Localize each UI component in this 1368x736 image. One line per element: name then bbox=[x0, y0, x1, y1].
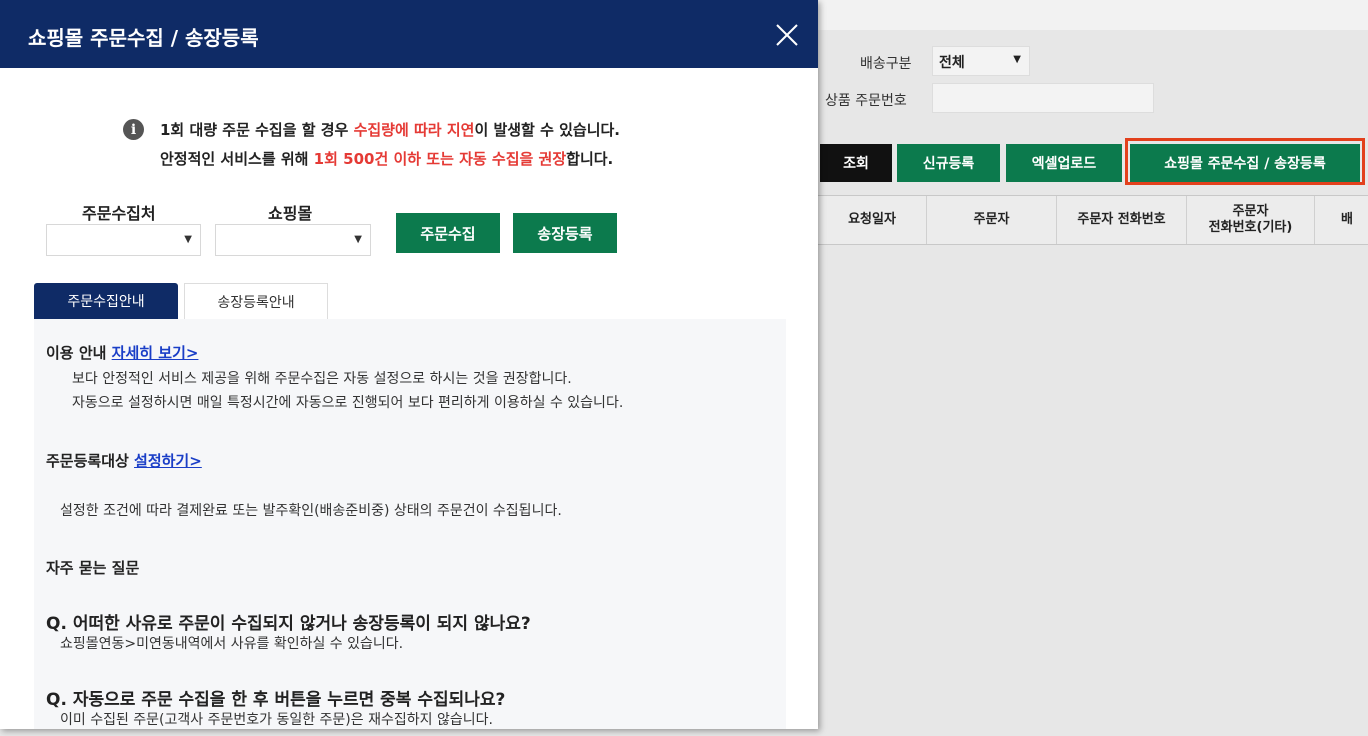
mall-select[interactable]: ▼ bbox=[215, 224, 371, 256]
new-register-button[interactable]: 신규등록 bbox=[897, 144, 1000, 182]
delivery-type-value: 전체 bbox=[939, 55, 965, 71]
faq-answer-1: 쇼핑몰연동>미연동내역에서 사유를 확인하실 수 있습니다. bbox=[60, 636, 404, 652]
column-header: 주문자 전화번호(기타) bbox=[1187, 196, 1315, 244]
delivery-type-label: 배송구분 bbox=[860, 56, 912, 72]
order-source-select[interactable]: ▼ bbox=[46, 224, 201, 256]
excel-upload-button[interactable]: 엑셀업로드 bbox=[1006, 144, 1122, 182]
order-number-input[interactable] bbox=[932, 83, 1154, 113]
faq-heading: 자주 묻는 질문 bbox=[46, 559, 140, 577]
order-source-label: 주문수집처 bbox=[82, 204, 156, 223]
close-icon[interactable] bbox=[774, 22, 800, 48]
column-header: 요청일자 bbox=[818, 196, 927, 244]
notice-line-1: 1회 대량 주문 수집을 할 경우 수집량에 따라 지연이 발생할 수 있습니다… bbox=[160, 116, 620, 145]
order-target-description: 설정한 조건에 따라 결제완료 또는 발주확인(배송준비중) 상태의 주문건이 … bbox=[60, 503, 562, 519]
tab-invoice-guide[interactable]: 송장등록안내 bbox=[184, 283, 328, 319]
search-button[interactable]: 조회 bbox=[820, 144, 892, 182]
usage-line-1: 보다 안정적인 서비스 제공을 위해 주문수집은 자동 설정으로 하시는 것을 … bbox=[72, 371, 572, 387]
order-target-settings-link[interactable]: 설정하기> bbox=[134, 452, 202, 470]
faq-question-2: Q. 자동으로 주문 수집을 한 후 버튼을 누르면 중복 수집되나요? bbox=[46, 690, 506, 710]
notice-highlight: 1회 500건 이하 또는 자동 수집을 권장 bbox=[313, 150, 567, 168]
column-header: 주문자 bbox=[927, 196, 1057, 244]
tab-order-collect-guide[interactable]: 주문수집안내 bbox=[34, 283, 178, 319]
collect-orders-button[interactable]: 주문수집 bbox=[396, 213, 500, 253]
highlight-box bbox=[1125, 138, 1365, 185]
modal-title: 쇼핑몰 주문수집 / 송장등록 bbox=[28, 26, 259, 50]
column-header: 주문자 전화번호 bbox=[1057, 196, 1187, 244]
usage-line-2: 자동으로 설정하시면 매일 특정시간에 자동으로 진행되어 보다 편리하게 이용… bbox=[72, 395, 624, 411]
order-collect-modal: 쇼핑몰 주문수집 / 송장등록 i 1회 대량 주문 수집을 할 경우 수집량에… bbox=[0, 0, 818, 729]
order-target-heading: 주문등록대상 설정하기> bbox=[46, 450, 202, 471]
notice-highlight: 수집량에 따라 지연 bbox=[353, 121, 475, 139]
mall-label: 쇼핑몰 bbox=[268, 204, 313, 223]
faq-answer-2: 이미 수집된 주문(고객사 주문번호가 동일한 주문)은 재수집하지 않습니다. bbox=[60, 712, 493, 728]
guide-panel: 이용 안내 자세히 보기> 보다 안정적인 서비스 제공을 위해 주문수집은 자… bbox=[34, 319, 786, 729]
usage-guide-heading: 이용 안내 자세히 보기> bbox=[46, 342, 198, 363]
faq-question-1: Q. 어떠한 사유로 주문이 수집되지 않거나 송장등록이 되지 않나요? bbox=[46, 614, 531, 634]
usage-guide-title: 이용 안내 bbox=[46, 344, 112, 362]
chevron-down-icon: ▼ bbox=[1013, 54, 1021, 65]
notice-line-2: 안정적인 서비스를 위해 1회 500건 이하 또는 자동 수집을 권장합니다. bbox=[160, 145, 613, 174]
order-number-label: 상품 주문번호 bbox=[825, 93, 907, 109]
notice-text: 합니다. bbox=[566, 150, 614, 168]
column-header: 배 bbox=[1341, 212, 1353, 228]
notice-text: 안정적인 서비스를 위해 bbox=[160, 150, 314, 168]
delivery-type-select[interactable]: 전체 ▼ bbox=[932, 46, 1030, 76]
info-icon: i bbox=[123, 119, 144, 140]
chevron-down-icon: ▼ bbox=[354, 234, 362, 245]
chevron-down-icon: ▼ bbox=[184, 234, 192, 245]
modal-header: 쇼핑몰 주문수집 / 송장등록 bbox=[0, 0, 818, 68]
usage-detail-link[interactable]: 자세히 보기> bbox=[112, 344, 199, 362]
notice-text: 이 발생할 수 있습니다. bbox=[474, 121, 621, 139]
table-header: 요청일자 주문자 주문자 전화번호 주문자 전화번호(기타) 배 bbox=[818, 195, 1368, 245]
order-target-title: 주문등록대상 bbox=[46, 452, 135, 470]
notice-text: 1회 대량 주문 수집을 할 경우 bbox=[160, 121, 354, 139]
register-invoice-button[interactable]: 송장등록 bbox=[513, 213, 617, 253]
